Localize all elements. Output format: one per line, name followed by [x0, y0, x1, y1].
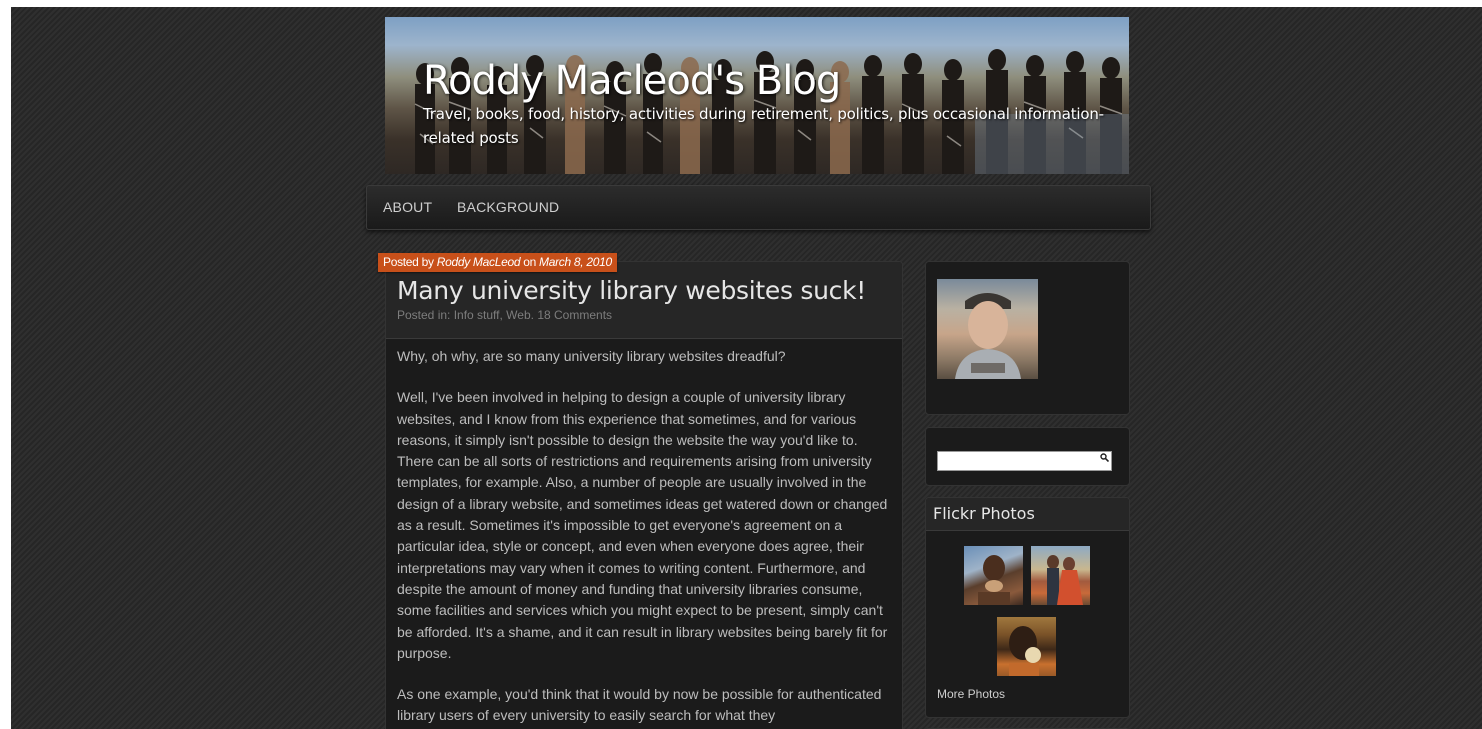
- header-banner[interactable]: Roddy Macleod's Blog Travel, books, food…: [385, 17, 1129, 174]
- search-icon[interactable]: [1100, 453, 1110, 465]
- post-meta-prefix: Posted in:: [397, 308, 454, 322]
- post-author-link[interactable]: Roddy MacLeod: [437, 255, 521, 269]
- post-paragraph: Why, oh why, are so many university libr…: [397, 348, 786, 364]
- post-paragraph: As one example, you'd think that it woul…: [397, 686, 882, 724]
- posted-on-text: on: [520, 255, 540, 269]
- post-header: Many university library websites suck! P…: [386, 262, 902, 339]
- site-description: Travel, books, food, history, activities…: [423, 105, 1104, 147]
- nav-item-background[interactable]: BACKGROUND: [457, 199, 559, 215]
- post-comments-link[interactable]: 18 Comments: [537, 308, 612, 322]
- flickr-photo-thumbnail[interactable]: [1031, 546, 1090, 605]
- search-widget: [925, 427, 1130, 486]
- post-title[interactable]: Many university library websites suck!: [397, 276, 866, 305]
- author-photo: [955, 293, 1021, 379]
- flickr-widget: Flickr Photos More Photos: [925, 497, 1130, 718]
- site-title[interactable]: Roddy Macleod's Blog: [423, 59, 841, 103]
- posted-by-ribbon: Posted by Roddy MacLeod on March 8, 2010: [378, 253, 617, 272]
- page-background: Roddy Macleod's Blog Travel, books, food…: [11, 7, 1482, 729]
- flickr-photo-2: [1047, 555, 1083, 605]
- author-avatar[interactable]: [937, 279, 1038, 379]
- posted-by-prefix: Posted by: [383, 255, 437, 269]
- flickr-photo-thumbnail[interactable]: [964, 546, 1023, 605]
- blog-post: Many university library websites suck! P…: [385, 261, 903, 729]
- post-categories-link[interactable]: Info stuff, Web.: [454, 308, 534, 322]
- post-meta: Posted in: Info stuff, Web. 18 Comments: [397, 308, 612, 322]
- flickr-photo-3: [1009, 626, 1041, 676]
- flickr-widget-title: Flickr Photos: [933, 504, 1035, 523]
- flickr-photo-1: [978, 555, 1010, 605]
- more-photos-link[interactable]: More Photos: [937, 687, 1005, 701]
- post-date-link[interactable]: March 8, 2010: [539, 255, 612, 269]
- main-navigation: ABOUT BACKGROUND: [366, 185, 1151, 230]
- post-paragraph: Well, I've been involved in helping to d…: [397, 389, 888, 661]
- avatar-widget: [925, 261, 1130, 415]
- post-content: Why, oh why, are so many university libr…: [397, 346, 891, 729]
- search-input[interactable]: [937, 451, 1112, 471]
- flickr-widget-header: Flickr Photos: [926, 498, 1129, 531]
- nav-item-about[interactable]: ABOUT: [383, 199, 432, 215]
- flickr-photo-thumbnail[interactable]: [997, 617, 1056, 676]
